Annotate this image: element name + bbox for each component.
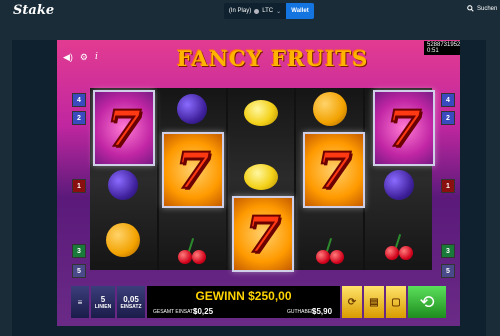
slot-game[interactable]: ◀) ⚙ i FANCY FRUITS 5288731952 0:51 4 2 … xyxy=(57,40,460,326)
refresh-icon: ⟲ xyxy=(419,291,435,312)
plum-symbol xyxy=(383,170,414,200)
bet-selector[interactable]: 0,05 EINSATZ xyxy=(117,286,145,318)
cards-button[interactable]: ▢ xyxy=(386,286,406,318)
balance-selector[interactable]: (In Play) LTC ⌄ xyxy=(224,3,286,19)
balance-value: $5,90 xyxy=(312,307,333,316)
balance-status: (In Play) xyxy=(228,8,252,14)
payline-right-3: 3 xyxy=(441,244,455,258)
balance-label: GUTHABEN xyxy=(287,309,315,315)
info-icon[interactable]: i xyxy=(95,52,98,63)
payline-right-4: 4 xyxy=(441,93,455,107)
game-controls: ◀) ⚙ i xyxy=(63,52,98,63)
litecoin-icon xyxy=(254,8,260,14)
cherry-symbol xyxy=(383,234,415,260)
lines-selector[interactable]: 5 LINIEN xyxy=(91,286,115,318)
total-bet-value: $0,25 xyxy=(193,307,214,316)
cherry-symbol xyxy=(176,238,208,264)
win-display: GEWINN $250,00 GESAMT EINSATZ $0,25 GUTH… xyxy=(147,286,340,318)
gear-icon[interactable]: ⚙ xyxy=(80,52,88,63)
payline-left-2: 2 xyxy=(72,111,86,125)
payline-left-5: 5 xyxy=(72,264,86,278)
game-title: FANCY FRUITS xyxy=(177,46,369,71)
search-button[interactable]: Suchen xyxy=(467,5,497,12)
seven-symbol-r1: 7 xyxy=(93,90,155,166)
search-icon xyxy=(467,5,474,12)
wallet-button[interactable]: Wallet xyxy=(286,3,314,19)
payline-left-3: 3 xyxy=(72,244,86,258)
lemon-symbol xyxy=(243,100,278,126)
stake-logo[interactable]: Stake xyxy=(13,3,54,18)
payline-right-1: 1 xyxy=(441,179,455,193)
payline-right-5: 5 xyxy=(441,264,455,278)
sound-icon[interactable]: ◀) xyxy=(63,52,73,63)
orange-symbol xyxy=(106,223,141,257)
cherry-symbol xyxy=(314,238,346,264)
seven-symbol-r3: 7 xyxy=(232,196,294,272)
payline-left-4: 4 xyxy=(72,93,86,107)
plum-symbol xyxy=(177,94,208,124)
orange-symbol xyxy=(312,92,347,126)
win-amount: GEWINN $250,00 xyxy=(195,289,292,303)
seven-symbol-r2: 7 xyxy=(162,132,224,208)
payline-left-1: 1 xyxy=(72,179,86,193)
payline-right-2: 2 xyxy=(441,111,455,125)
seven-symbol-r4: 7 xyxy=(303,132,365,208)
top-bar: Stake (In Play) LTC ⌄ Wallet Suchen xyxy=(0,0,500,22)
plum-symbol xyxy=(108,170,139,200)
chevron-down-icon: ⌄ xyxy=(276,8,282,15)
currency-label: LTC xyxy=(262,8,274,14)
gamble-button[interactable]: ▤ xyxy=(364,286,384,318)
round-id: 5288731952 0:51 xyxy=(424,41,460,55)
control-bar: ≡ 5 LINIEN 0,05 EINSATZ GEWINN $250,00 G… xyxy=(71,286,446,318)
seven-symbol-r5: 7 xyxy=(373,90,435,166)
lemon-symbol xyxy=(243,164,278,190)
total-bet-label: GESAMT EINSATZ xyxy=(153,309,197,315)
spin-button[interactable]: ⟲ xyxy=(408,286,446,318)
autoplay-button[interactable]: ⟳ xyxy=(342,286,362,318)
search-label: Suchen xyxy=(477,5,498,12)
menu-button[interactable]: ≡ xyxy=(71,286,89,318)
